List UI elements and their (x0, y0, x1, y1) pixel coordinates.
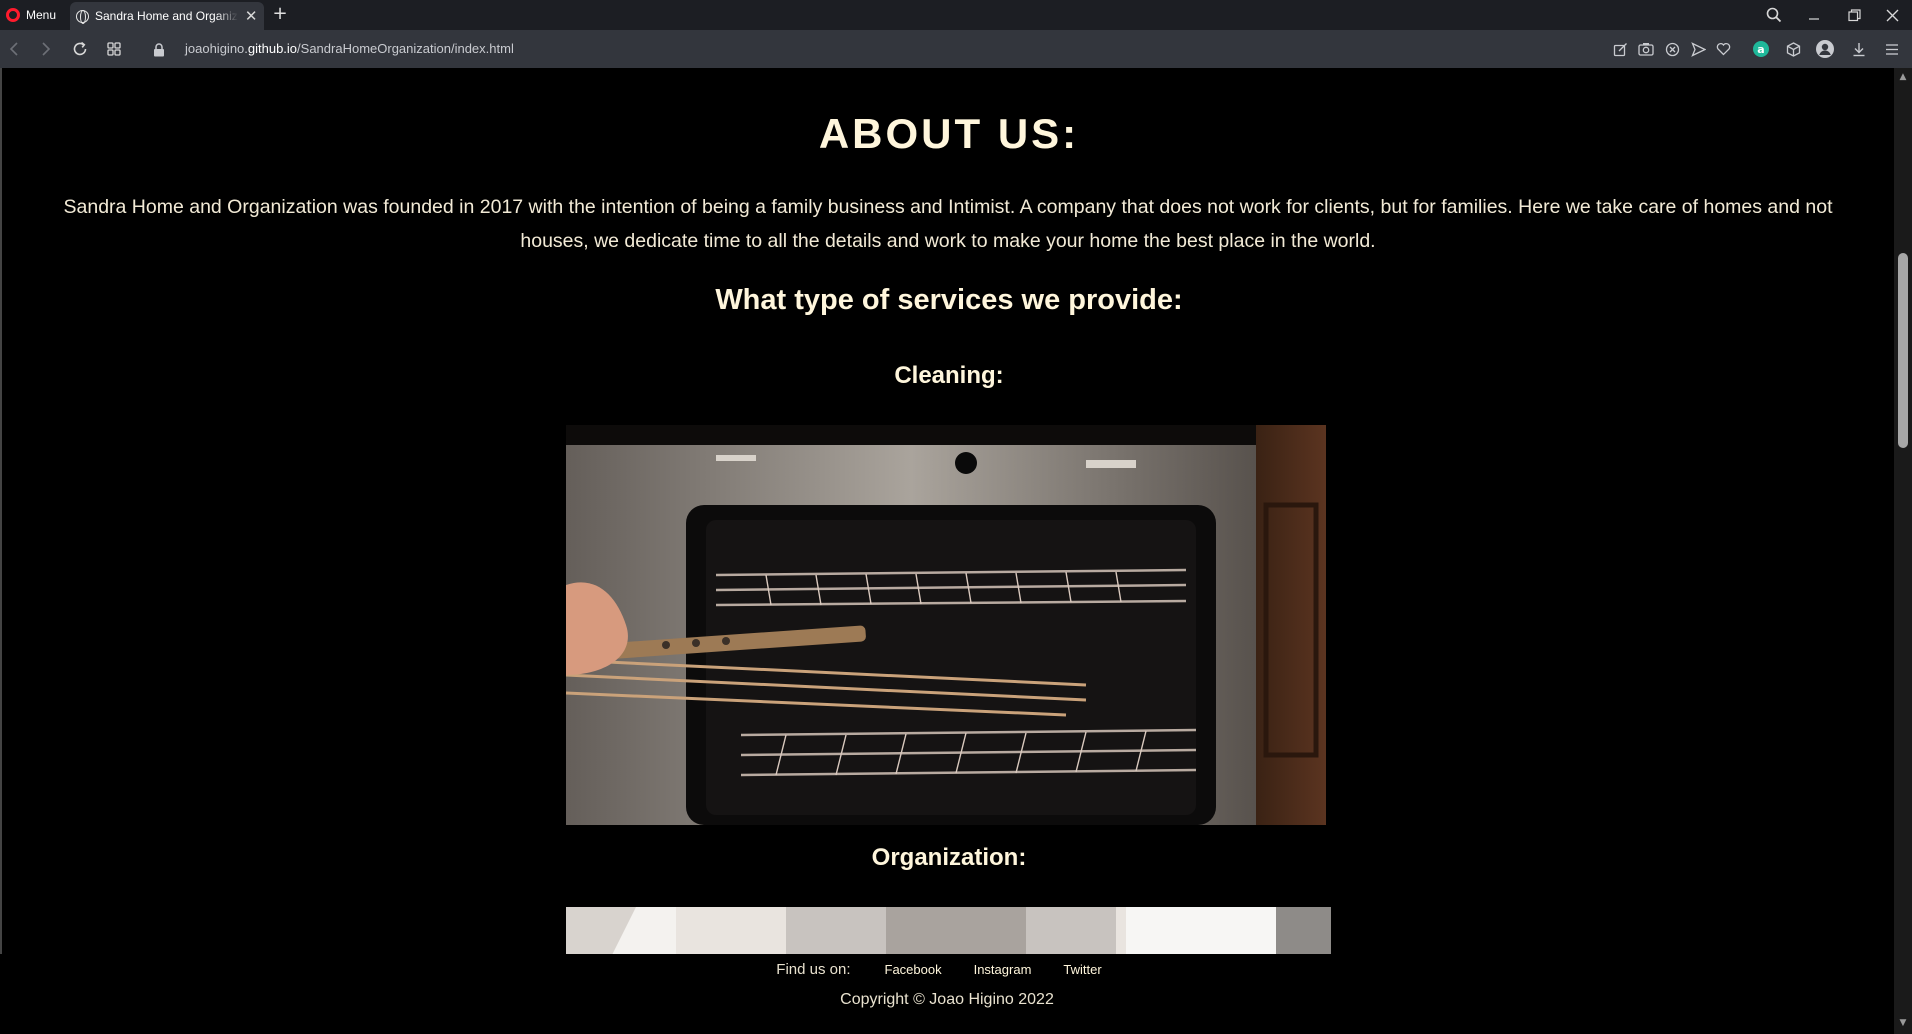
back-icon[interactable] (4, 39, 24, 59)
url-domain: github.io (247, 41, 298, 56)
copyright: Copyright © Joao Higino 2022 (840, 991, 1054, 1008)
extension-a-icon[interactable]: a (1752, 40, 1770, 58)
reload-icon[interactable] (70, 39, 90, 59)
scroll-up-icon[interactable]: ▲ (1898, 72, 1908, 82)
url-path: /SandraHomeOrganization/index.html (297, 41, 514, 56)
service-organization-title: Organization: (871, 844, 1027, 871)
about-title: ABOUT US: (818, 110, 1080, 157)
globe-icon (76, 9, 89, 24)
search-tabs-icon[interactable] (1754, 0, 1794, 30)
profile-avatar-icon[interactable] (1816, 40, 1834, 58)
forward-icon[interactable] (36, 39, 56, 59)
instagram-link[interactable]: Instagram (974, 962, 1032, 977)
organization-photo (566, 907, 1331, 954)
send-flow-icon[interactable] (1689, 40, 1707, 58)
cube-extension-icon[interactable] (1784, 40, 1802, 58)
scroll-thumb[interactable] (1898, 253, 1908, 448)
oven-cleaning-photo (566, 425, 1326, 825)
easy-setup-icon[interactable] (1883, 40, 1901, 58)
browser-tab-strip: Menu Sandra Home and Organization ✕ + (0, 0, 1912, 30)
menu-label: Menu (26, 8, 57, 22)
footer: Find us on: Facebook Instagram Twitter C… (0, 954, 1894, 1034)
download-icon[interactable] (1850, 40, 1868, 58)
scroll-down-icon[interactable]: ▼ (1898, 1018, 1908, 1028)
speed-dial-icon[interactable] (104, 39, 124, 59)
page-viewport: ABOUT US: Sandra Home and Organization w… (0, 68, 1894, 954)
service-cleaning-title: Cleaning: (894, 362, 1004, 389)
opera-logo-icon (6, 8, 20, 22)
page-scrollbar[interactable]: ▲ ▼ (1894, 68, 1912, 1034)
restore-icon[interactable] (1834, 0, 1874, 30)
opera-menu-button[interactable]: Menu (0, 0, 68, 30)
browser-tab-active[interactable]: Sandra Home and Organization ✕ (70, 2, 264, 30)
close-tab-icon[interactable]: ✕ (244, 8, 258, 24)
minimize-icon[interactable] (1794, 0, 1834, 30)
camera-snapshot-icon[interactable] (1637, 40, 1655, 58)
url-field[interactable]: joaohigino.github.io/SandraHomeOrganizat… (185, 41, 514, 56)
url-prefix: joaohigino. (185, 41, 248, 56)
lock-icon[interactable] (153, 42, 167, 57)
tab-title: Sandra Home and Organization (95, 9, 238, 23)
edit-share-icon[interactable] (1611, 40, 1629, 58)
new-tab-button[interactable]: + (270, 4, 290, 24)
adblock-icon[interactable] (1663, 40, 1681, 58)
address-bar: joaohigino.github.io/SandraHomeOrganizat… (0, 30, 1912, 68)
facebook-link[interactable]: Facebook (885, 962, 942, 977)
social-links: Find us on: Facebook Instagram Twitter (0, 954, 1894, 984)
find-us-label: Find us on: (776, 960, 851, 978)
twitter-link[interactable]: Twitter (1063, 962, 1101, 977)
services-title: What type of services we provide: (715, 284, 1183, 316)
close-window-icon[interactable] (1872, 0, 1912, 30)
about-text: Sandra Home and Organization was founded… (63, 196, 1833, 252)
svg-text:a: a (1757, 43, 1764, 56)
heart-bookmark-icon[interactable] (1714, 40, 1732, 58)
